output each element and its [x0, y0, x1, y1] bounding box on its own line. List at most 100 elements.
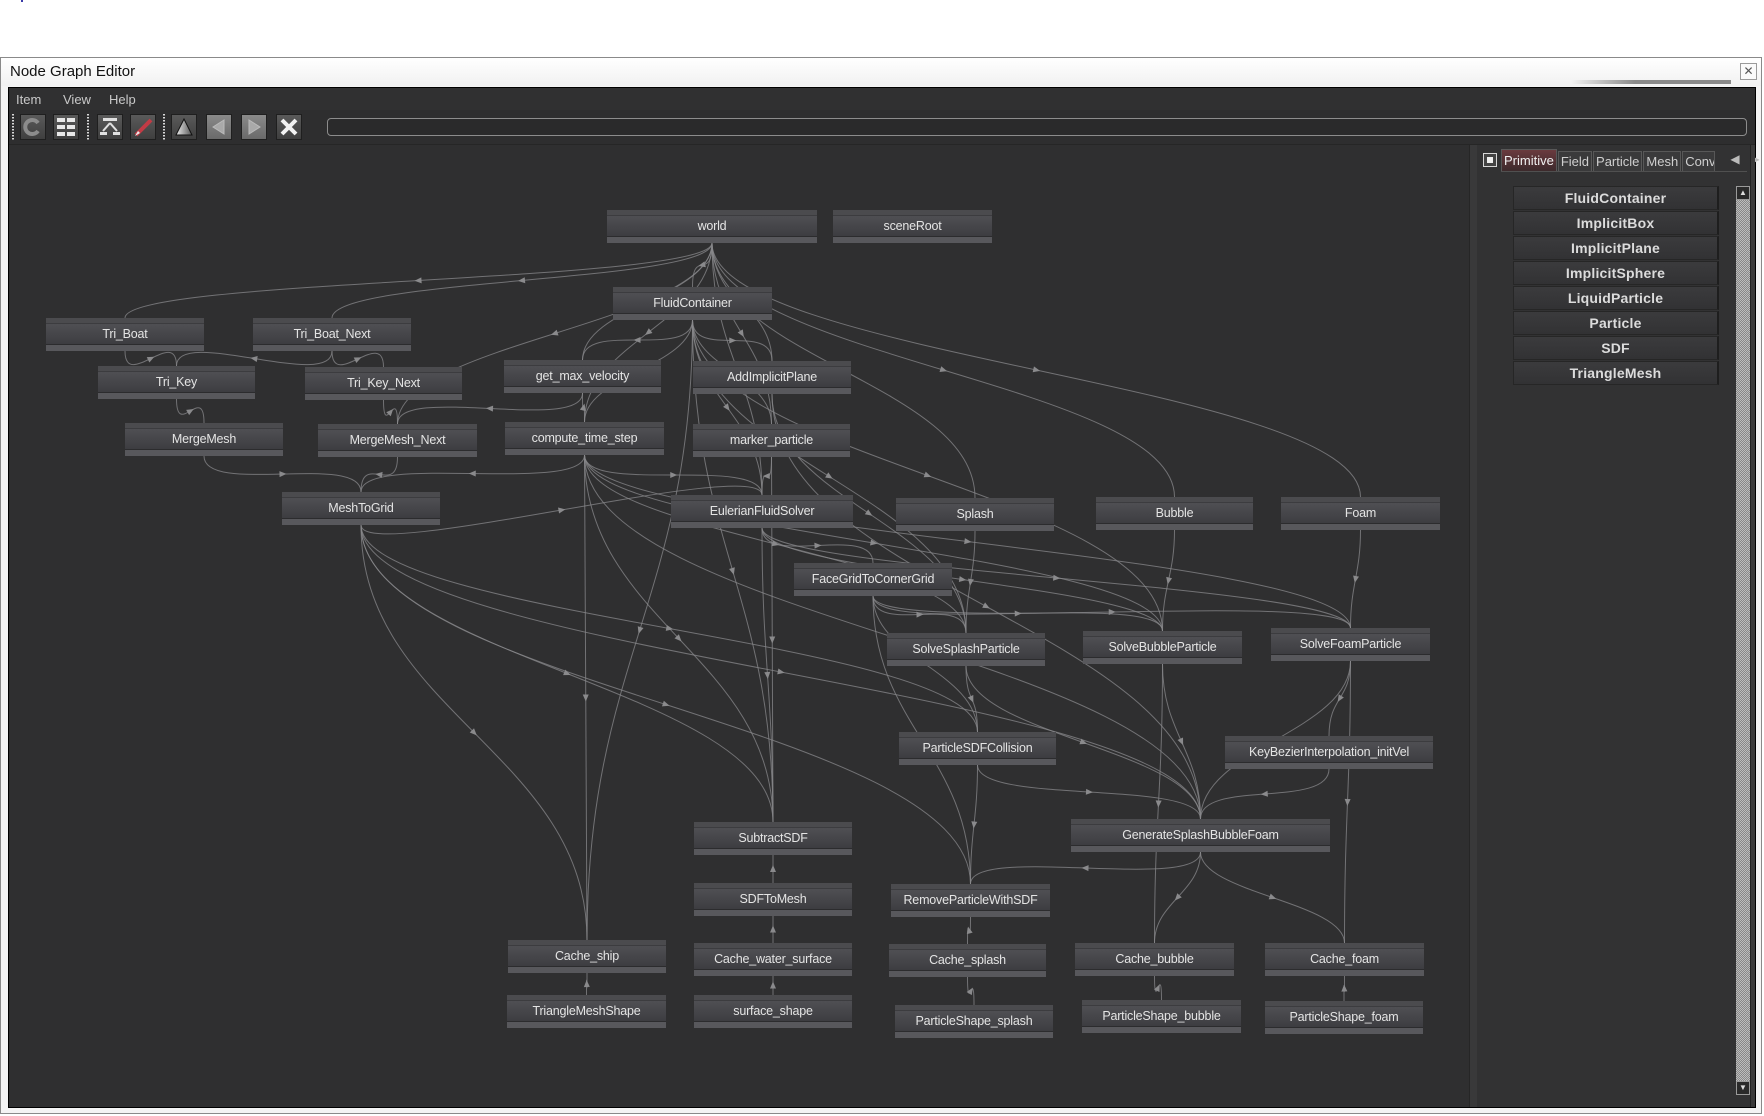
node-output-port[interactable]: [1225, 762, 1433, 769]
graph-node-mergemesh[interactable]: MergeMesh: [125, 423, 283, 456]
graph-node-particleshape-splash[interactable]: ParticleShape_splash: [895, 1005, 1053, 1038]
grid-layout-button[interactable]: [53, 114, 79, 140]
primitive-implicitplane[interactable]: ImplicitPlane: [1513, 236, 1719, 260]
node-output-port[interactable]: [1271, 654, 1430, 661]
node-output-port[interactable]: [1265, 1027, 1423, 1034]
node-output-port[interactable]: [891, 910, 1050, 917]
node-output-port[interactable]: [887, 659, 1045, 666]
graph-node-subtractsdf[interactable]: SubtractSDF: [694, 822, 852, 855]
primitive-implicitsphere[interactable]: ImplicitSphere: [1513, 261, 1719, 285]
graph-node-splash[interactable]: Splash: [896, 498, 1054, 531]
graph-node-cache-ship[interactable]: Cache_ship: [508, 940, 666, 973]
graph-node-cache-foam[interactable]: Cache_foam: [1265, 943, 1424, 976]
tab-scroll-left-icon[interactable]: ◀: [1729, 151, 1741, 167]
node-output-port[interactable]: [694, 1021, 852, 1028]
tab-primitive[interactable]: Primitive: [1501, 149, 1557, 171]
graph-node-facegridtocornergrid[interactable]: FaceGridToCornerGrid: [794, 563, 952, 596]
graph-node-tri-key-next[interactable]: Tri_Key_Next: [305, 367, 462, 400]
hierarchy-layout-button[interactable]: [97, 114, 123, 140]
node-output-port[interactable]: [305, 393, 462, 400]
fit-view-icon[interactable]: [1483, 153, 1497, 167]
graph-node-surface-shape[interactable]: surface_shape: [694, 995, 852, 1028]
graph-node-keybezierinterpolation-initvel[interactable]: KeyBezierInterpolation_initVel: [1225, 736, 1433, 769]
graph-node-tri-boat-next[interactable]: Tri_Boat_Next: [253, 318, 411, 351]
node-output-port[interactable]: [794, 589, 952, 596]
node-output-port[interactable]: [253, 344, 411, 351]
graph-node-foam[interactable]: Foam: [1281, 497, 1440, 530]
scroll-up-icon[interactable]: ▲: [1736, 186, 1750, 200]
graph-node-particlesdfcollision[interactable]: ParticleSDFCollision: [899, 732, 1056, 765]
graph-node-solvebubbleparticle[interactable]: SolveBubbleParticle: [1083, 631, 1242, 664]
node-output-port[interactable]: [504, 386, 661, 393]
node-output-port[interactable]: [1281, 523, 1440, 530]
node-output-port[interactable]: [896, 524, 1054, 531]
node-output-port[interactable]: [125, 449, 283, 456]
node-output-port[interactable]: [98, 392, 255, 399]
node-output-port[interactable]: [46, 344, 204, 351]
primitive-liquidparticle[interactable]: LiquidParticle: [1513, 286, 1719, 310]
menu-help[interactable]: Help: [109, 92, 136, 107]
graph-node-removeparticlewithsdf[interactable]: RemoveParticleWithSDF: [891, 884, 1050, 917]
graph-node-addimplicitplane[interactable]: AddImplicitPlane: [693, 361, 851, 394]
node-output-port[interactable]: [833, 236, 992, 243]
node-output-port[interactable]: [694, 909, 852, 916]
graph-node-cache-water-surface[interactable]: Cache_water_surface: [694, 943, 852, 976]
node-output-port[interactable]: [505, 448, 664, 455]
node-output-port[interactable]: [895, 1031, 1053, 1038]
graph-node-sceneroot[interactable]: sceneRoot: [833, 210, 992, 243]
graph-node-mergemesh-next[interactable]: MergeMesh_Next: [318, 424, 477, 457]
node-output-port[interactable]: [507, 1021, 666, 1028]
graph-node-eulerianfluidsolver[interactable]: EulerianFluidSolver: [671, 495, 853, 528]
node-output-port[interactable]: [693, 387, 851, 394]
node-output-port[interactable]: [1075, 969, 1234, 976]
node-output-port[interactable]: [889, 970, 1046, 977]
refresh-button[interactable]: [20, 114, 46, 140]
node-output-port[interactable]: [1071, 845, 1330, 852]
node-output-port[interactable]: [282, 518, 440, 525]
graph-node-solvesplashparticle[interactable]: SolveSplashParticle: [887, 633, 1045, 666]
forward-button[interactable]: [241, 114, 267, 140]
graph-node-sdftomesh[interactable]: SDFToMesh: [694, 883, 852, 916]
node-output-port[interactable]: [671, 521, 853, 528]
graph-node-particleshape-bubble[interactable]: ParticleShape_bubble: [1082, 1000, 1241, 1033]
edit-button[interactable]: [130, 114, 156, 140]
primitive-particle[interactable]: Particle: [1513, 311, 1719, 335]
primitive-sdf[interactable]: SDF: [1513, 336, 1719, 360]
graph-node-trianglemeshshape[interactable]: TriangleMeshShape: [507, 995, 666, 1028]
node-output-port[interactable]: [693, 450, 850, 457]
graph-node-generatesplashbubblefoam[interactable]: GenerateSplashBubbleFoam: [1071, 819, 1330, 852]
graph-node-marker-particle[interactable]: marker_particle: [693, 424, 850, 457]
title-bar[interactable]: Node Graph Editor ✕: [1, 58, 1761, 86]
node-output-port[interactable]: [318, 450, 477, 457]
tab-field[interactable]: Field: [1557, 151, 1593, 171]
node-output-port[interactable]: [899, 758, 1056, 765]
node-graph-canvas[interactable]: world sceneRoot FluidContainer Tri_Boat Tri_…: [9, 145, 1469, 1107]
graph-node-tri-key[interactable]: Tri_Key: [98, 366, 255, 399]
up-button[interactable]: [171, 114, 197, 140]
node-output-port[interactable]: [1265, 969, 1424, 976]
primitive-implicitbox[interactable]: ImplicitBox: [1513, 211, 1719, 235]
graph-node-compute-time-step[interactable]: compute_time_step: [505, 422, 664, 455]
node-output-port[interactable]: [694, 848, 852, 855]
back-button[interactable]: [206, 114, 232, 140]
graph-node-meshtogrid[interactable]: MeshToGrid: [282, 492, 440, 525]
menu-item[interactable]: Item: [16, 92, 41, 107]
node-output-port[interactable]: [1083, 657, 1242, 664]
close-icon[interactable]: ✕: [1740, 63, 1757, 80]
filter-input[interactable]: [327, 118, 1747, 136]
primitive-trianglemesh[interactable]: TriangleMesh: [1513, 361, 1719, 385]
graph-node-cache-splash[interactable]: Cache_splash: [889, 944, 1046, 977]
tab-mesh[interactable]: Mesh: [1643, 151, 1682, 171]
node-output-port[interactable]: [607, 236, 817, 243]
node-output-port[interactable]: [508, 966, 666, 973]
primitive-fluidcontainer[interactable]: FluidContainer: [1513, 186, 1719, 210]
scroll-down-icon[interactable]: ▼: [1736, 1081, 1750, 1095]
graph-node-fluidcontainer[interactable]: FluidContainer: [613, 287, 772, 320]
graph-node-particleshape-foam[interactable]: ParticleShape_foam: [1265, 1001, 1423, 1034]
graph-node-bubble[interactable]: Bubble: [1096, 497, 1253, 530]
graph-node-tri-boat[interactable]: Tri_Boat: [46, 318, 204, 351]
graph-node-world[interactable]: world: [607, 210, 817, 243]
delete-button[interactable]: [276, 114, 302, 140]
graph-node-get-max-velocity[interactable]: get_max_velocity: [504, 360, 661, 393]
node-output-port[interactable]: [1096, 523, 1253, 530]
